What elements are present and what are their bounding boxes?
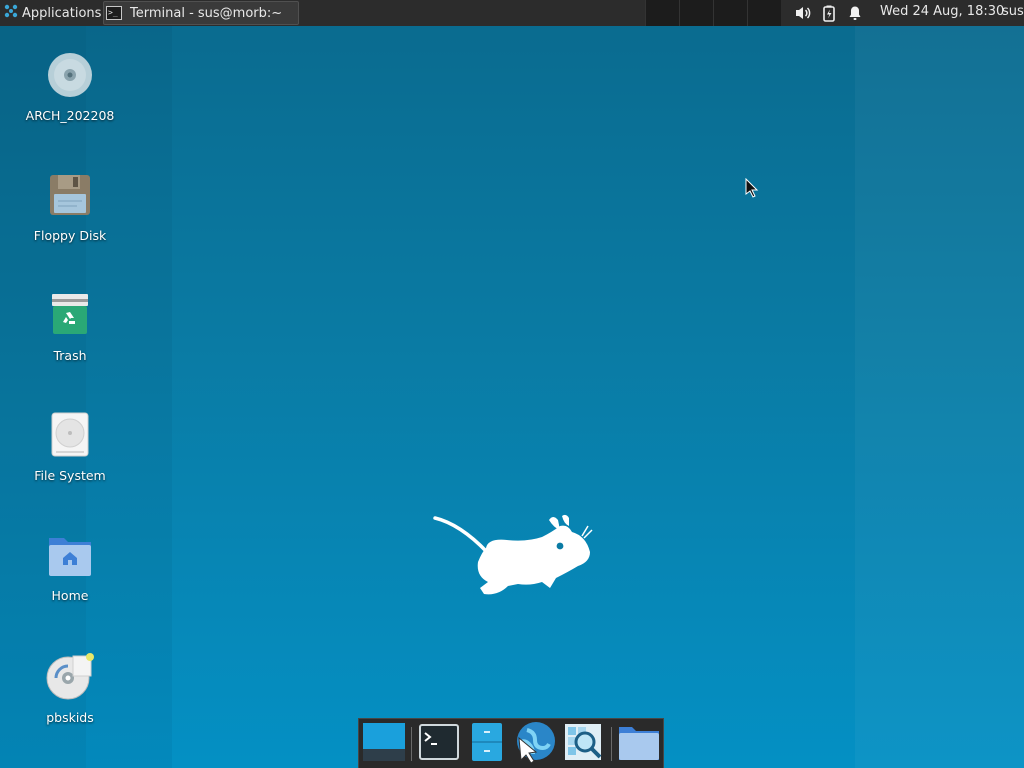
optical-disc-icon <box>10 52 130 102</box>
workspace-switcher <box>645 0 781 26</box>
workspace-1[interactable] <box>645 0 679 26</box>
hard-drive-icon <box>10 412 130 462</box>
desktop-icon-label: Floppy Disk <box>33 228 107 243</box>
desktop-icon-label: Trash <box>53 348 87 363</box>
dock-app-finder-button[interactable] <box>560 721 606 767</box>
desktop-icon-floppy-disk[interactable]: Floppy Disk <box>10 172 130 243</box>
desktop-icon-label: ARCH_202208 <box>25 108 115 123</box>
xfce-logo-icon <box>4 4 18 22</box>
trash-icon <box>10 292 130 342</box>
folder-icon <box>618 723 660 765</box>
dock-web-browser-button[interactable] <box>512 721 558 767</box>
dock-panel <box>358 718 664 768</box>
workspace-4[interactable] <box>747 0 781 26</box>
xfce-mouse-logo <box>432 512 597 606</box>
desktop-icon-trash[interactable]: Trash <box>10 292 130 363</box>
desktop-icon-arch-disc[interactable]: ARCH_202208 <box>10 52 130 123</box>
dock-separator <box>611 727 612 761</box>
taskbar-window-title: Terminal - sus@morb:~ <box>130 5 283 21</box>
top-panel: Applications ⋮ >_ Terminal - sus@morb:~ <box>0 0 1024 26</box>
user-menu[interactable]: sus <box>1002 0 1024 26</box>
dock-file-manager-button[interactable] <box>464 721 510 767</box>
web-browser-icon <box>513 720 557 768</box>
desktop-icon-home[interactable]: Home <box>10 532 130 603</box>
show-desktop-icon <box>362 722 406 766</box>
workspace-2[interactable] <box>679 0 713 26</box>
disc-image-icon <box>10 652 130 704</box>
app-finder-icon <box>563 722 603 766</box>
dock-terminal-button[interactable] <box>416 721 462 767</box>
dock-folder-button[interactable] <box>616 721 662 767</box>
battery-icon[interactable] <box>819 3 839 23</box>
notification-bell-icon[interactable] <box>845 3 865 23</box>
desktop-icon-label: Home <box>51 588 89 603</box>
volume-icon[interactable] <box>793 3 813 23</box>
panel-clock[interactable]: Wed 24 Aug, 18:30 <box>880 0 1004 26</box>
system-tray <box>793 0 865 26</box>
workspace-3[interactable] <box>713 0 747 26</box>
home-folder-icon <box>10 532 130 582</box>
file-manager-icon <box>470 722 504 766</box>
terminal-small-icon: >_ <box>106 6 122 20</box>
floppy-disk-icon <box>10 172 130 222</box>
applications-menu-label: Applications <box>22 5 102 21</box>
mouse-pointer-icon <box>745 177 759 202</box>
applications-menu-button[interactable]: Applications ⋮ <box>0 0 119 26</box>
desktop-icon-label: File System <box>34 468 106 483</box>
terminal-icon <box>419 724 459 764</box>
taskbar-terminal-button[interactable]: >_ Terminal - sus@morb:~ <box>103 1 299 25</box>
desktop-icon-pbskids[interactable]: pbskids <box>10 652 130 725</box>
dock-show-desktop-button[interactable] <box>361 721 407 767</box>
desktop-icon-file-system[interactable]: File System <box>10 412 130 483</box>
desktop-icon-label: pbskids <box>46 710 94 725</box>
dock-separator <box>411 727 412 761</box>
